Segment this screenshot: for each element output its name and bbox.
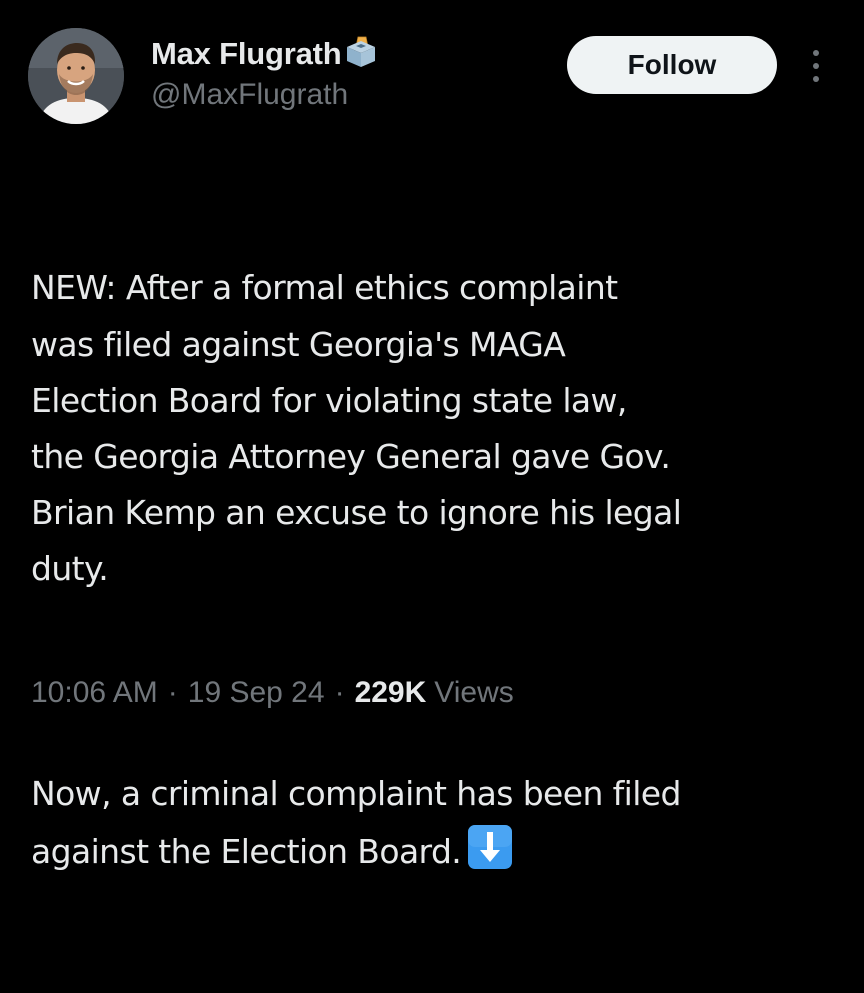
meta-separator: · — [334, 676, 345, 709]
tweet-text: NEW: After a formal ethics complaint was… — [31, 148, 851, 993]
avatar-photo — [28, 28, 124, 124]
tweet-paragraph: NEW: After a formal ethics complaint was… — [31, 268, 682, 589]
avatar[interactable] — [28, 28, 124, 124]
tweet-paragraph-2-text: Now, a criminal complaint has been filed… — [31, 774, 681, 872]
views-label: Views — [434, 676, 514, 709]
author-handle[interactable]: @MaxFlugrath — [151, 78, 348, 112]
tweet-paragraph-2: Now, a criminal complaint has been filed… — [31, 766, 851, 880]
tweet-time[interactable]: 10:06 AM — [31, 676, 158, 710]
display-name[interactable]: Max Flugrath — [151, 36, 342, 72]
down-arrow-emoji-icon — [465, 822, 515, 872]
tweet-date[interactable]: 19 Sep 24 — [188, 676, 325, 710]
views-count[interactable]: 229K — [355, 676, 427, 710]
author-name-row: Max Flugrath — [151, 32, 378, 76]
tweet-meta: 10:06 AM · 19 Sep 24 · 229K Views — [31, 676, 514, 710]
follow-button[interactable]: Follow — [567, 36, 777, 94]
ballot-box-icon — [344, 35, 378, 69]
meta-separator: · — [167, 676, 178, 709]
more-vertical-icon[interactable] — [806, 46, 826, 86]
tweet-card: Max Flugrath @MaxFlugrath Follow NEW: Af… — [0, 0, 864, 871]
